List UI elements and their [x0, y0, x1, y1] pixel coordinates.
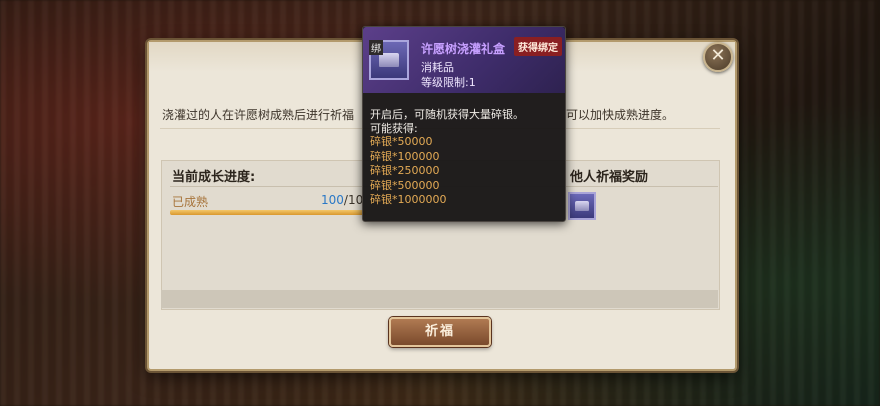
reward-line: 碎银*100000	[370, 149, 440, 163]
chest-icon	[575, 201, 589, 211]
pray-button[interactable]: 祈福	[389, 317, 491, 347]
reward-label: 他人祈福奖励	[570, 170, 649, 185]
progress-label: 当前成长进度:	[172, 170, 256, 185]
tooltip-type: 消耗品	[421, 61, 454, 74]
chest-icon	[379, 53, 399, 67]
tooltip-title: 许愿树浇灌礼盒	[421, 42, 506, 56]
close-icon: ✕	[710, 45, 726, 66]
reward-line: 碎银*1000000	[370, 193, 447, 206]
progress-bar-fill	[170, 210, 366, 215]
tooltip-level: 等级限制:1	[421, 76, 476, 89]
progress-count: 100/10	[321, 193, 363, 207]
panel-footer	[161, 290, 718, 308]
tooltip-reward-list: 碎银*50000 碎银*100000 碎银*250000 碎银*500000 碎…	[370, 135, 447, 208]
progress-total: /10	[343, 193, 364, 207]
tooltip-possible-label: 可能获得:	[370, 122, 418, 135]
bind-mark: 绑	[369, 40, 383, 55]
progress-bar	[170, 210, 366, 215]
progress-current: 100	[321, 193, 344, 207]
reward-line: 碎银*500000	[370, 178, 440, 192]
close-button[interactable]: ✕	[703, 42, 733, 72]
status-text: 已成熟	[172, 195, 209, 209]
reward-line: 碎银*50000	[370, 135, 433, 148]
reward-line: 碎银*250000	[370, 164, 440, 177]
bind-badge: 获得绑定	[514, 37, 562, 56]
reward-item-chest[interactable]	[568, 192, 596, 220]
dialog-description-tail: 可以加快成熟进度。	[566, 108, 675, 122]
